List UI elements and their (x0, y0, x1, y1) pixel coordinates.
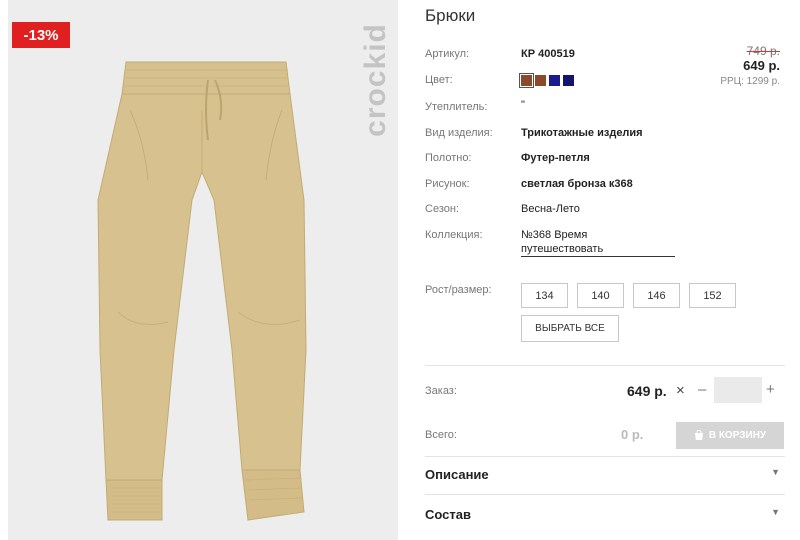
size-options: 134 140 146 152 (521, 283, 736, 308)
accordion-composition-label: Состав (425, 507, 471, 522)
product-image-panel[interactable]: -13% crockid (8, 0, 398, 540)
color-swatch-brown-selected[interactable] (519, 73, 534, 88)
pattern-value: светлая бронза к368 (521, 178, 633, 190)
divider (425, 365, 785, 366)
pattern-label: Рисунок: (425, 178, 470, 190)
color-swatch-brown[interactable] (535, 75, 546, 86)
collection-label: Коллекция: (425, 229, 483, 241)
times-icon: × (676, 382, 685, 399)
add-to-cart-button[interactable]: В КОРЗИНУ (676, 422, 784, 449)
brand-watermark: crockid (359, 23, 392, 137)
color-swatches (519, 73, 574, 88)
color-swatch-navy[interactable] (563, 75, 574, 86)
add-to-cart-label: В КОРЗИНУ (708, 430, 767, 441)
caret-down-icon: ▼ (771, 507, 780, 517)
order-label: Заказ: (425, 385, 457, 397)
accordion-description-label: Описание (425, 467, 489, 482)
old-price: 749 р. (746, 44, 780, 58)
article-value: КР 400519 (521, 48, 575, 60)
product-title: Брюки (425, 6, 476, 25)
order-price: 649 р. (627, 383, 667, 399)
type-label: Вид изделия: (425, 127, 493, 139)
season-label: Сезон: (425, 203, 459, 215)
cart-icon (694, 430, 703, 440)
accordion-description[interactable]: Описание ▼ (425, 465, 785, 487)
caret-down-icon: ▼ (771, 467, 780, 477)
type-value: Трикотажные изделия (521, 127, 643, 139)
quantity-decrease-button[interactable]: – (698, 381, 706, 398)
color-swatch-blue[interactable] (549, 75, 560, 86)
collection-line-1[interactable]: №368 Время (521, 229, 587, 241)
color-label: Цвет: (425, 74, 453, 86)
insulation-label: Утеплитель: (425, 101, 488, 113)
current-price: 649 р. (743, 58, 780, 73)
quantity-input[interactable] (714, 377, 762, 403)
collection-line-2[interactable]: путешествовать (521, 243, 603, 255)
size-button-134[interactable]: 134 (521, 283, 568, 308)
collection-link-underline (521, 256, 675, 257)
season-value: Весна-Лето (521, 203, 580, 215)
quantity-increase-button[interactable]: + (766, 381, 775, 398)
total-label: Всего: (425, 429, 457, 441)
select-all-button[interactable]: ВЫБРАТЬ ВСЕ (521, 315, 619, 342)
accordion-composition[interactable]: Состав ▼ (425, 505, 785, 527)
divider (425, 494, 785, 495)
fabric-label: Полотно: (425, 152, 472, 164)
article-label: Артикул: (425, 48, 470, 60)
rrp-price: РРЦ: 1299 р. (720, 76, 780, 87)
size-label: Рост/размер: (425, 284, 492, 296)
size-button-140[interactable]: 140 (577, 283, 624, 308)
size-button-152[interactable]: 152 (689, 283, 736, 308)
discount-badge: -13% (12, 22, 70, 48)
insulation-value: " (521, 99, 525, 111)
total-value: 0 р. (621, 427, 644, 442)
divider (425, 456, 785, 457)
size-button-146[interactable]: 146 (633, 283, 680, 308)
fabric-value: Футер-петля (521, 152, 590, 164)
product-photo (97, 61, 307, 521)
